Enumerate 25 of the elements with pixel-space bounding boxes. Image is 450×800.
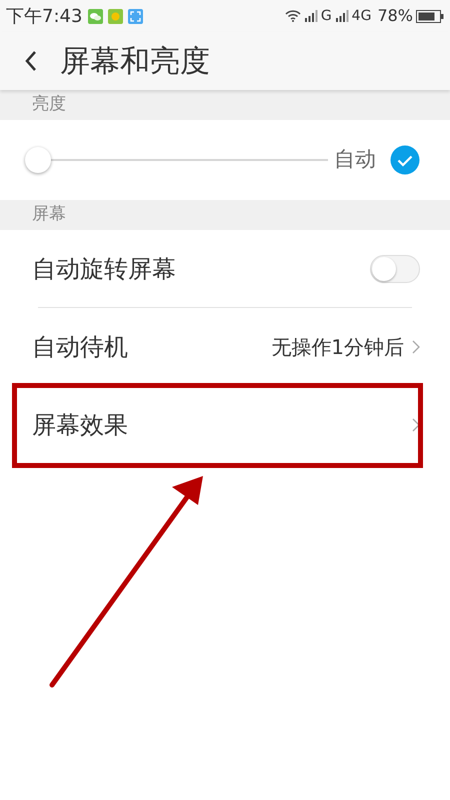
chat-app-icon: [88, 8, 104, 24]
network-type: G: [320, 6, 332, 26]
checkbox[interactable]: [390, 145, 420, 175]
toggle-switch[interactable]: [370, 255, 420, 283]
page-title: 屏幕和亮度: [60, 42, 210, 80]
network-type: 4G: [352, 6, 372, 26]
signal-icon: [304, 10, 319, 22]
auto-label: 自动: [334, 146, 376, 174]
signal-icon: [336, 10, 350, 22]
back-icon[interactable]: [24, 50, 38, 72]
chevron-icon: [412, 418, 420, 432]
setting-label[interactable]: 自动旋转屏幕: [32, 251, 370, 287]
battery-percent: 78%: [377, 5, 413, 27]
setting-label[interactable]: 屏幕效果: [32, 407, 412, 443]
scan-icon: [128, 8, 144, 24]
setting-label[interactable]: 自动待机: [32, 329, 272, 365]
wifi-icon: [284, 10, 301, 22]
section-header: 屏幕: [32, 203, 66, 226]
section-header: 亮度: [32, 93, 66, 116]
app-icon: [108, 8, 124, 24]
battery-icon: [416, 10, 444, 22]
chevron-icon: [412, 340, 420, 354]
slider-thumb[interactable]: [25, 147, 51, 173]
status-time: 下午7:43: [6, 4, 82, 28]
setting-value: 无操作1分钟后: [271, 334, 404, 361]
